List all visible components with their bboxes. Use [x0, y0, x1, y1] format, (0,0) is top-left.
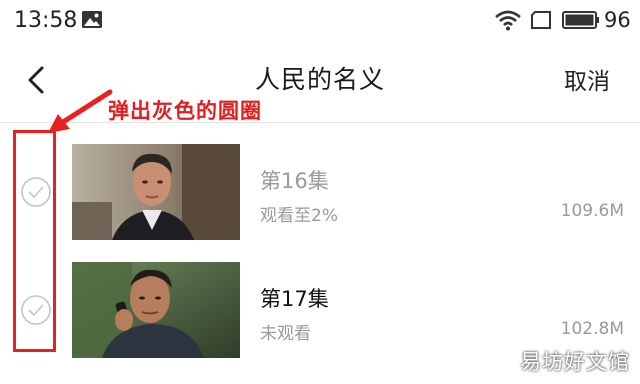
sim-icon [531, 11, 551, 29]
episode-thumbnail [72, 262, 240, 358]
episode-watch-status: 未观看 [260, 324, 311, 344]
status-bar: 13:58 96 [0, 0, 640, 40]
annotation-label: 弹出灰色的圆圈 [108, 99, 262, 123]
episode-file-size: 109.6M [560, 201, 624, 221]
episode-title: 第16集 [260, 169, 329, 193]
list-item[interactable]: 第16集 观看至2% 109.6M [0, 143, 640, 243]
episode-thumbnail [72, 144, 240, 240]
episode-title: 第17集 [260, 287, 329, 311]
watermark: 易坊好文馆 [520, 350, 630, 374]
annotation-highlight-box [13, 130, 56, 352]
battery-level: 96 [604, 8, 631, 32]
status-time: 13:58 [14, 8, 78, 33]
episode-file-size: 102.8M [560, 319, 624, 339]
cancel-button[interactable]: 取消 [564, 62, 610, 96]
gallery-icon [82, 11, 102, 28]
wifi-icon [495, 10, 521, 31]
battery-icon [562, 11, 599, 29]
episode-watch-status: 观看至2% [260, 206, 338, 226]
